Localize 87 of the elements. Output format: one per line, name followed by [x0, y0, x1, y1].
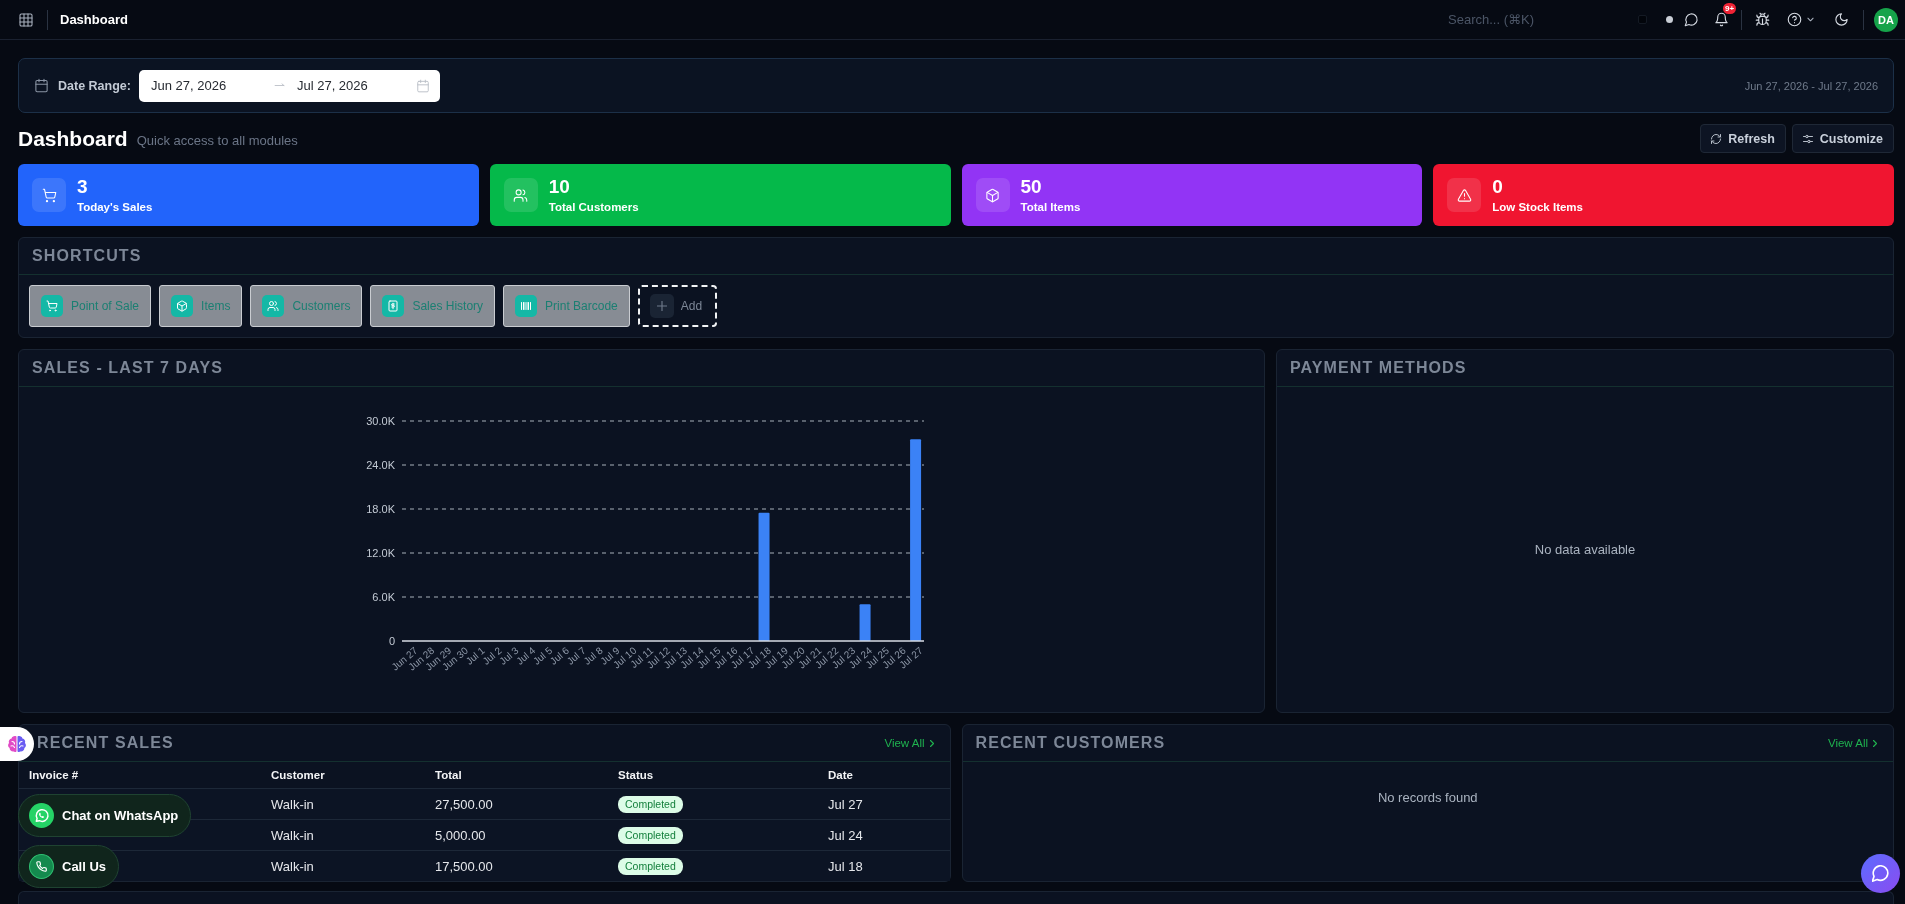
- phone-bubble-icon: [29, 803, 54, 828]
- arrow-right-icon: [273, 83, 285, 88]
- axis-label: 18.0K: [365, 502, 395, 515]
- status-badge: Completed: [618, 826, 683, 844]
- cart-icon: [46, 300, 58, 312]
- dot-icon: [1666, 16, 1673, 23]
- page-heading: Dashboard: [18, 126, 128, 151]
- square-icon: [1638, 15, 1647, 24]
- page-subtitle: Quick access to all modules: [136, 132, 298, 148]
- status-badge: Completed: [618, 857, 683, 875]
- axis-label: 12.0K: [365, 546, 395, 559]
- plus-icon: [656, 301, 667, 311]
- assistant-button[interactable]: [0, 727, 34, 761]
- empty-message: No records found: [1377, 790, 1478, 805]
- chart-bar: [859, 604, 871, 641]
- stat-label: Today's Sales: [77, 199, 153, 214]
- column-header: Date: [828, 769, 853, 781]
- refresh-button[interactable]: Refresh: [1700, 124, 1786, 153]
- view-all-link[interactable]: View All: [884, 737, 934, 749]
- chat-bubble-icon: [1872, 865, 1889, 882]
- search-field[interactable]: Search... (⌘K): [1448, 12, 1630, 27]
- notification-badge: 9+: [1723, 3, 1737, 14]
- moon-icon[interactable]: [1834, 12, 1849, 27]
- status-badge: Completed: [618, 795, 683, 813]
- stat-value: 10: [548, 176, 571, 197]
- table-cell: Jul 27: [828, 796, 863, 812]
- support-chat-button[interactable]: [1861, 854, 1900, 893]
- chevron-down-icon[interactable]: [1807, 17, 1814, 22]
- start-date-field[interactable]: Jun 27, 2026: [150, 78, 263, 93]
- axis-label: 30.0K: [365, 414, 395, 427]
- barcode-icon: [520, 300, 533, 312]
- stat-value: 50: [1020, 176, 1043, 197]
- view-all-link[interactable]: View All: [1827, 737, 1877, 749]
- date-range-label: Date Range:: [58, 78, 131, 93]
- panel-title: RECENT CUSTOMERS: [975, 734, 1166, 752]
- users-icon: [513, 187, 529, 203]
- customize-button[interactable]: Customize: [1791, 124, 1894, 153]
- stat-label: Total Customers: [548, 199, 639, 214]
- panel-title: RECENT SALES: [37, 734, 174, 752]
- column-header: Invoice #: [29, 769, 79, 781]
- users-icon: [267, 300, 280, 312]
- date-range-summary: Jun 27, 2026 - Jul 27, 2026: [1744, 79, 1878, 92]
- axis-label: 0: [388, 634, 395, 647]
- cube-icon: [985, 187, 1000, 203]
- panel-title: PAYMENT METHODS: [1290, 359, 1467, 377]
- axis-label: 24.0K: [365, 458, 395, 471]
- axis-label: 6.0K: [371, 590, 395, 603]
- stat-value: 3: [77, 176, 89, 197]
- phone-icon: [29, 854, 54, 879]
- column-header: Status: [618, 769, 654, 781]
- table-cell: Jul 24: [828, 827, 863, 843]
- chevron-right-icon: [929, 739, 934, 747]
- whatsapp-chat-button[interactable]: Chat on WhatsApp: [18, 794, 192, 837]
- stat-label: Low Stock Items: [1492, 199, 1583, 214]
- chat-icon[interactable]: [1684, 12, 1699, 27]
- stat-label: Total Items: [1020, 199, 1081, 214]
- table-cell: 5,000.00: [435, 827, 486, 843]
- table-cell: Walk-in: [271, 858, 314, 874]
- column-header: Customer: [271, 769, 325, 781]
- grid-menu-icon[interactable]: [18, 11, 34, 28]
- app-title: Dashboard: [60, 12, 128, 27]
- help-icon[interactable]: [1787, 12, 1802, 27]
- table-cell: Walk-in: [271, 827, 314, 843]
- column-header: Total: [435, 769, 462, 781]
- panel-title: SHORTCUTS: [32, 247, 142, 265]
- table-cell: Walk-in: [271, 796, 314, 812]
- sliders-icon: [1801, 132, 1814, 145]
- add-shortcut-button[interactable]: Add: [637, 285, 718, 327]
- date-range-picker[interactable]: Jun 27, 2026 Jul 27, 2026: [138, 69, 440, 102]
- refresh-icon: [1710, 132, 1723, 145]
- calendar-icon: [34, 78, 49, 93]
- end-date-field[interactable]: Jul 27, 2026: [296, 78, 407, 93]
- bug-icon[interactable]: [1755, 12, 1770, 27]
- dollar-receipt-icon: [387, 300, 400, 312]
- panel-title: SALES - LAST 7 DAYS: [32, 359, 223, 377]
- table-cell: 27,500.00: [435, 796, 493, 812]
- chevron-right-icon: [1873, 739, 1877, 747]
- cube-icon: [176, 300, 189, 312]
- table-cell: Jul 18: [828, 858, 863, 874]
- stat-value: 0: [1492, 176, 1504, 197]
- empty-message: No data available: [1534, 542, 1636, 557]
- cart-icon: [41, 187, 57, 203]
- warning-icon: [1456, 187, 1472, 203]
- table-cell: 17,500.00: [435, 858, 493, 874]
- call-us-button[interactable]: Call Us: [18, 845, 120, 888]
- bell-icon[interactable]: [1714, 12, 1729, 27]
- brain-icon: [7, 735, 27, 753]
